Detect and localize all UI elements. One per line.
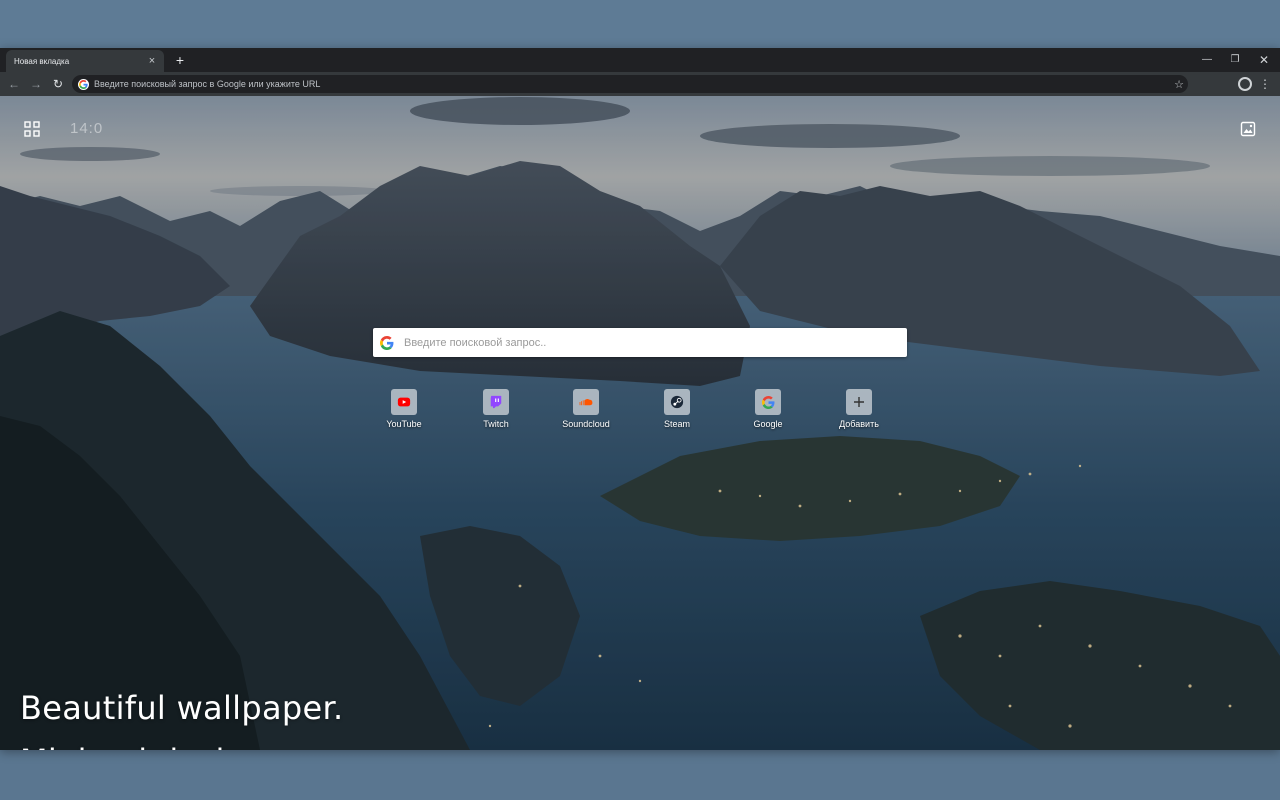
forward-button[interactable]: → [28, 76, 44, 92]
tagline-line-2: Minimal design [20, 742, 266, 750]
close-window-button[interactable]: ✕ [1255, 52, 1273, 68]
shortcut-google[interactable]: Google [738, 389, 798, 439]
shortcut-label: YouTube [386, 419, 422, 429]
tab-strip: Новая вкладка × + — ❐ ✕ [0, 48, 1280, 72]
shortcut-tile [483, 389, 509, 415]
minimize-button[interactable]: — [1198, 52, 1216, 68]
tagline-line-1: Beautiful wallpaper. [20, 689, 344, 727]
steam-icon [670, 395, 684, 409]
shortcut-label: Добавить [839, 419, 879, 429]
new-tab-button[interactable]: + [172, 52, 188, 68]
toolbar: ← → ↻ Введите поисковый запрос в Google … [0, 72, 1280, 96]
google-icon [761, 395, 774, 409]
tab-close-icon[interactable]: × [146, 55, 158, 67]
shortcut-label: Twitch [483, 419, 509, 429]
shortcut-tile [391, 389, 417, 415]
google-icon [78, 78, 89, 90]
shortcut-steam[interactable]: Steam [647, 389, 707, 439]
tab-title: Новая вкладка [14, 56, 70, 66]
plus-icon [854, 397, 864, 407]
google-icon [379, 335, 395, 351]
shortcuts: YouTube Twitch Soundcloud Steam Google Д… [377, 389, 904, 439]
shortcut-tile [846, 389, 872, 415]
twitch-icon [490, 395, 502, 409]
menu-button[interactable]: ⋮ [1258, 75, 1272, 93]
bookmark-star-icon[interactable]: ☆ [1170, 78, 1188, 91]
shortcut-add[interactable]: Добавить [829, 389, 889, 439]
youtube-icon [397, 397, 411, 407]
restore-button[interactable]: ❐ [1226, 52, 1244, 68]
extension-icon[interactable] [1238, 77, 1252, 91]
new-tab-page: 14:0 Введите поисковой запрос.. YouTube … [0, 96, 1280, 750]
shortcut-tile [755, 389, 781, 415]
omnibox[interactable]: Введите поисковый запрос в Google или ук… [72, 75, 1188, 93]
shortcut-label: Google [753, 419, 783, 429]
shortcut-tile [573, 389, 599, 415]
shortcut-soundcloud[interactable]: Soundcloud [556, 389, 616, 439]
clock: 14:0 [70, 120, 104, 137]
soundcloud-icon [579, 398, 593, 406]
shortcut-label: Soundcloud [562, 419, 610, 429]
shortcut-youtube[interactable]: YouTube [374, 389, 434, 439]
search-input[interactable] [404, 331, 907, 354]
reload-button[interactable]: ↻ [50, 76, 66, 92]
image-icon[interactable] [1240, 121, 1256, 137]
back-button[interactable]: ← [6, 76, 22, 92]
apps-grid-icon[interactable] [24, 121, 40, 137]
shortcut-twitch[interactable]: Twitch [466, 389, 526, 439]
search-box [373, 328, 907, 357]
shortcut-label: Steam [663, 419, 690, 429]
tab-new-tab[interactable]: Новая вкладка × [6, 50, 164, 72]
browser-window: Новая вкладка × + — ❐ ✕ ← → ↻ Введите по… [0, 48, 1280, 750]
shortcut-tile [664, 389, 690, 415]
omnibox-placeholder: Введите поисковый запрос в Google или ук… [94, 79, 321, 89]
